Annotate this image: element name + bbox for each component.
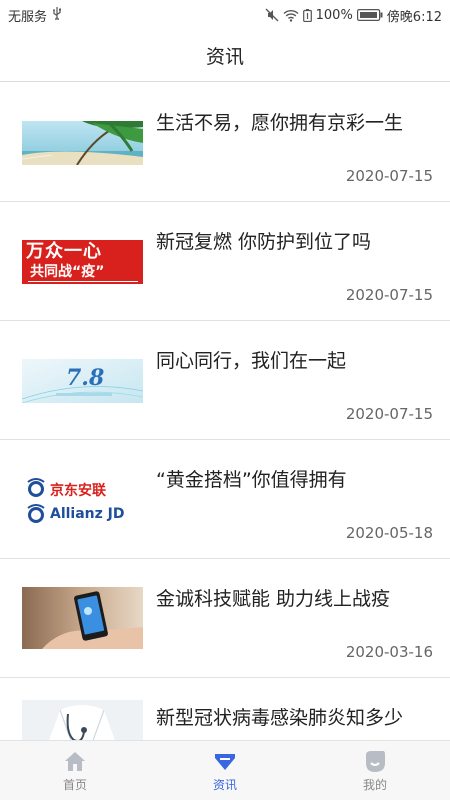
page-title: 资讯 bbox=[205, 46, 244, 68]
battery-icon bbox=[356, 9, 383, 21]
palm-beach-image bbox=[22, 121, 143, 165]
news-date: 2020-05-18 bbox=[345, 524, 433, 542]
battery-saver-icon bbox=[302, 8, 312, 22]
header: 资讯 bbox=[0, 30, 450, 82]
news-item[interactable]: 7.8 同心同行，我们在一起 2020-07-15 bbox=[0, 321, 450, 440]
clock: 傍晚6:12 bbox=[386, 9, 442, 25]
news-title: 同心同行，我们在一起 bbox=[156, 350, 347, 372]
battery-percent: 100% bbox=[315, 7, 353, 23]
tab-label: 首页 bbox=[62, 778, 87, 792]
news-date: 2020-07-15 bbox=[345, 167, 433, 185]
news-title: 新冠复燃 你防护到位了吗 bbox=[156, 231, 372, 253]
carrier-label: 无服务 bbox=[8, 9, 48, 25]
anniversary-image: 7.8 bbox=[22, 359, 143, 403]
news-item[interactable]: 新型冠状病毒感染肺炎知多少 bbox=[0, 678, 450, 740]
banner-text-bottom: 共同战“疫” bbox=[30, 264, 105, 280]
usb-icon bbox=[51, 6, 63, 24]
tab-profile[interactable]: 我的 bbox=[300, 741, 450, 800]
news-item[interactable]: 金诚科技赋能 助力线上战疫 2020-03-16 bbox=[0, 559, 450, 678]
tab-news[interactable]: 资讯 bbox=[150, 741, 300, 800]
news-date: 2020-07-15 bbox=[345, 286, 433, 304]
news-list: 生活不易，愿你拥有京彩一生 2020-07-15 万众一心 共同战“疫” 新冠复… bbox=[0, 83, 450, 740]
news-item[interactable]: 生活不易，愿你拥有京彩一生 2020-07-15 bbox=[0, 83, 450, 202]
banner-text-top: 万众一心 bbox=[26, 241, 102, 262]
status-bar: 无服务 100% 傍晚6:12 bbox=[0, 0, 450, 30]
tab-home[interactable]: 首页 bbox=[0, 741, 150, 800]
banner-image: 万众一心 共同战“疫” bbox=[22, 240, 143, 284]
news-item[interactable]: 京东安联 Allianz JD “黄金搭档”你值得拥有 2020-05-18 bbox=[0, 440, 450, 559]
tab-label: 我的 bbox=[362, 778, 387, 792]
tab-bar: 首页 资讯 我的 bbox=[0, 740, 450, 800]
news-title: 新型冠状病毒感染肺炎知多少 bbox=[156, 707, 404, 729]
logo-text-bottom: Allianz JD bbox=[50, 506, 125, 522]
news-title: “黄金搭档”你值得拥有 bbox=[156, 469, 347, 491]
mute-icon bbox=[265, 8, 279, 22]
news-date: 2020-03-16 bbox=[345, 643, 433, 661]
home-icon bbox=[65, 752, 85, 771]
logo-text-top: 京东安联 bbox=[50, 483, 106, 499]
tab-label: 资讯 bbox=[212, 778, 237, 792]
news-title: 金诚科技赋能 助力线上战疫 bbox=[156, 588, 391, 610]
profile-icon bbox=[366, 751, 385, 772]
logo-image: 京东安联 Allianz JD bbox=[22, 472, 143, 530]
news-title: 生活不易，愿你拥有京彩一生 bbox=[156, 112, 404, 134]
wifi-icon bbox=[283, 9, 299, 22]
doctor-image bbox=[22, 700, 143, 740]
phone-hand-image bbox=[22, 587, 143, 649]
news-item[interactable]: 万众一心 共同战“疫” 新冠复燃 你防护到位了吗 2020-07-15 bbox=[0, 202, 450, 321]
news-icon bbox=[215, 754, 235, 770]
news-date: 2020-07-15 bbox=[345, 405, 433, 423]
anniversary-text: 7.8 bbox=[66, 365, 105, 391]
